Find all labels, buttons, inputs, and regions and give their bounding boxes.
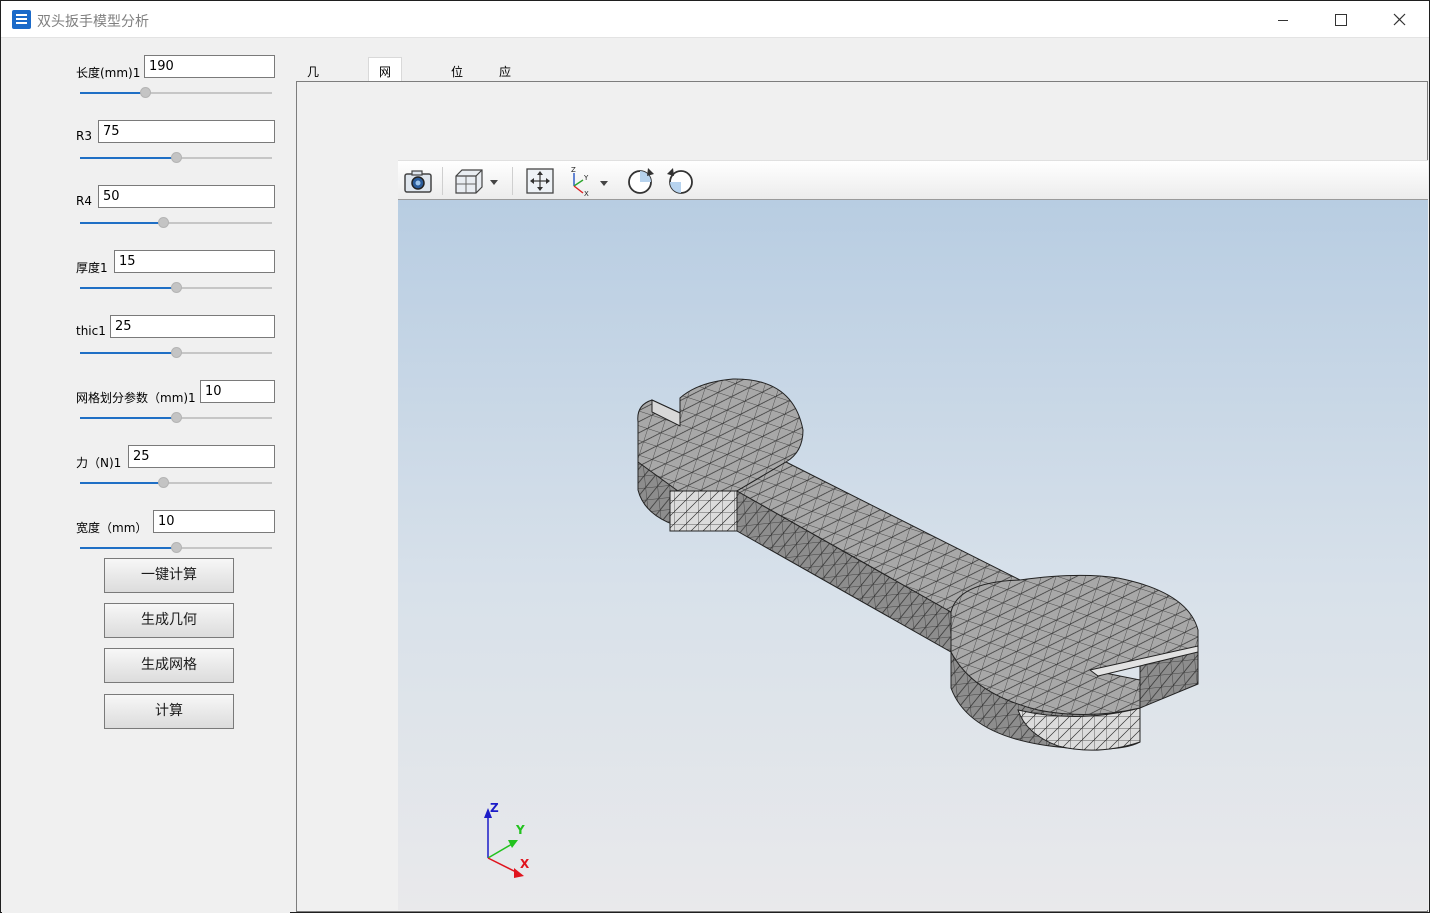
param-thickness: 厚度1 bbox=[2, 250, 290, 315]
svg-text:Y: Y bbox=[583, 174, 589, 182]
window-title: 双头扳手模型分析 bbox=[37, 14, 149, 30]
force-slider[interactable] bbox=[80, 476, 272, 490]
slider-thumb[interactable] bbox=[171, 282, 182, 293]
tab-pane-mesh: Z Y X Z Y X bbox=[296, 81, 1428, 912]
maximize-button[interactable] bbox=[1312, 1, 1370, 38]
param-label: 力（N)1 bbox=[76, 456, 122, 470]
toolbar-separator bbox=[512, 167, 513, 195]
slider-thumb[interactable] bbox=[171, 152, 182, 163]
axis-label-x: X bbox=[520, 857, 530, 871]
mesh-size-slider[interactable] bbox=[80, 411, 272, 425]
param-label: 网格划分参数（mm)1 bbox=[76, 391, 196, 405]
r3-slider[interactable] bbox=[80, 151, 272, 165]
param-thic: thic1 bbox=[2, 315, 290, 380]
slider-thumb[interactable] bbox=[158, 217, 169, 228]
rotate-cw-button[interactable] bbox=[624, 165, 656, 197]
fit-view-icon bbox=[526, 168, 554, 194]
tab-geometry[interactable]: 几何结构 bbox=[297, 59, 329, 130]
axis-label-z: Z bbox=[490, 802, 499, 815]
rotate-ccw-button[interactable] bbox=[665, 165, 697, 197]
view-mode-button[interactable] bbox=[452, 165, 502, 197]
viewer-toolbar: Z Y X bbox=[398, 160, 1428, 200]
thickness-slider[interactable] bbox=[80, 281, 272, 295]
width-input[interactable] bbox=[153, 510, 275, 533]
svg-text:Z: Z bbox=[571, 166, 576, 174]
viewer-3d: Z Y X Z Y X bbox=[398, 160, 1428, 910]
screenshot-button[interactable] bbox=[402, 165, 434, 197]
svg-text:X: X bbox=[584, 190, 589, 196]
tab-mesh[interactable]: 网格划分 bbox=[368, 57, 403, 130]
param-force: 力（N)1 bbox=[2, 445, 290, 510]
minimize-icon bbox=[1278, 19, 1288, 21]
param-label: thic1 bbox=[76, 324, 106, 338]
fit-view-button[interactable] bbox=[524, 165, 556, 197]
length-input[interactable] bbox=[144, 55, 275, 78]
param-mesh-size: 网格划分参数（mm)1 bbox=[2, 380, 290, 445]
r4-slider[interactable] bbox=[80, 216, 272, 230]
render-canvas[interactable]: Z Y X bbox=[398, 200, 1428, 910]
slider-thumb[interactable] bbox=[171, 542, 182, 553]
param-r4: R4 bbox=[2, 185, 290, 250]
slider-thumb[interactable] bbox=[171, 347, 182, 358]
length-slider[interactable] bbox=[80, 86, 272, 100]
rotate-ccw-icon bbox=[667, 168, 693, 194]
wrench-mesh-model bbox=[637, 378, 1199, 751]
param-label: R3 bbox=[76, 129, 92, 143]
toolbar-separator bbox=[442, 167, 443, 195]
cube-view-icon bbox=[455, 169, 498, 194]
width-slider[interactable] bbox=[80, 541, 272, 555]
compute-button[interactable]: 计算 bbox=[104, 694, 234, 729]
thic-input[interactable] bbox=[110, 315, 275, 338]
axis-view-button[interactable]: Z Y X bbox=[564, 165, 614, 197]
title-bar: 双头扳手模型分析 bbox=[1, 1, 1429, 38]
param-length: 长度(mm)1 bbox=[2, 55, 290, 120]
generate-mesh-button[interactable]: 生成网格 bbox=[104, 648, 234, 683]
axis-view-icon: Z Y X bbox=[571, 166, 608, 196]
mesh-size-input[interactable] bbox=[200, 380, 275, 403]
close-icon bbox=[1393, 13, 1405, 26]
slider-thumb[interactable] bbox=[140, 87, 151, 98]
param-label: R4 bbox=[76, 194, 92, 208]
compute-all-button[interactable]: 一键计算 bbox=[104, 558, 234, 593]
force-input[interactable] bbox=[128, 445, 275, 468]
param-label: 宽度（mm） bbox=[76, 521, 148, 535]
param-r3: R3 bbox=[2, 120, 290, 185]
param-label: 长度(mm)1 bbox=[76, 66, 141, 80]
axis-triad: Z Y X bbox=[484, 802, 530, 878]
r3-input[interactable] bbox=[98, 120, 275, 143]
axis-label-y: Y bbox=[515, 823, 525, 837]
thic-slider[interactable] bbox=[80, 346, 272, 360]
close-button[interactable] bbox=[1370, 1, 1428, 38]
r4-input[interactable] bbox=[98, 185, 275, 208]
thickness-input[interactable] bbox=[114, 250, 275, 273]
param-label: 厚度1 bbox=[76, 261, 108, 275]
camera-icon bbox=[404, 170, 432, 193]
parameter-panel: 长度(mm)1 R3 R4 厚度1 thic1 网格划分参数（mm)1 bbox=[2, 39, 290, 913]
minimize-button[interactable] bbox=[1254, 1, 1312, 38]
slider-thumb[interactable] bbox=[158, 477, 169, 488]
tab-stress[interactable]: 应力 bbox=[489, 59, 521, 96]
tab-displacement[interactable]: 位移 bbox=[441, 59, 473, 96]
slider-thumb[interactable] bbox=[171, 412, 182, 423]
rotate-cw-icon bbox=[628, 168, 654, 194]
maximize-icon bbox=[1335, 13, 1347, 26]
generate-geometry-button[interactable]: 生成几何 bbox=[104, 603, 234, 638]
app-window: 双头扳手模型分析 长度(mm)1 R3 R4 厚度1 bbox=[0, 0, 1430, 913]
app-icon bbox=[12, 10, 31, 29]
